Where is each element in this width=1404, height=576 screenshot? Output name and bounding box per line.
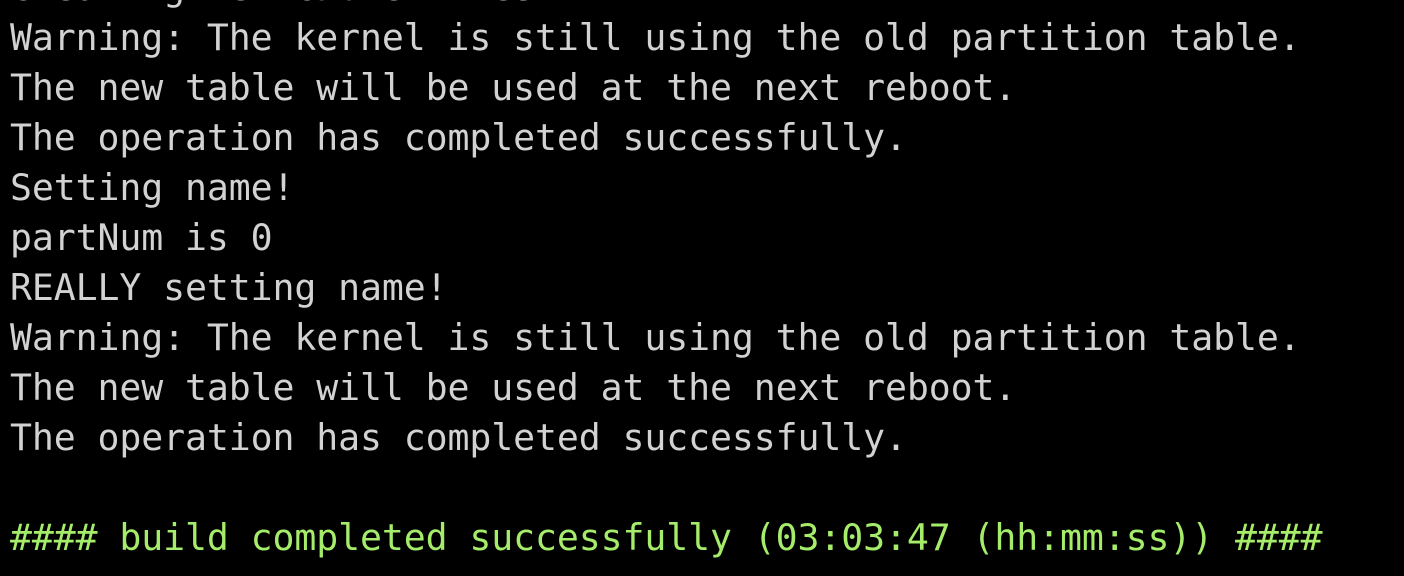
terminal-line: The new table will be used at the next r… xyxy=(10,66,1017,109)
terminal-line: The operation has completed successfully… xyxy=(10,116,907,159)
terminal-line: Warning: The kernel is still using the o… xyxy=(10,316,1301,359)
terminal-output[interactable]: Creating new GPT entries. Warning: The ke… xyxy=(10,0,1323,563)
terminal-line: partNum is 0 xyxy=(10,216,273,259)
terminal-line: The new table will be used at the next r… xyxy=(10,366,1017,409)
terminal-line-partial: Creating new GPT entries. xyxy=(10,0,1323,13)
terminal-line: Setting name! xyxy=(10,166,295,209)
terminal-line: Warning: The kernel is still using the o… xyxy=(10,16,1301,59)
build-success-message: #### build completed successfully (03:03… xyxy=(10,516,1323,559)
terminal-line: The operation has completed successfully… xyxy=(10,416,907,459)
terminal-line: REALLY setting name! xyxy=(10,266,448,309)
